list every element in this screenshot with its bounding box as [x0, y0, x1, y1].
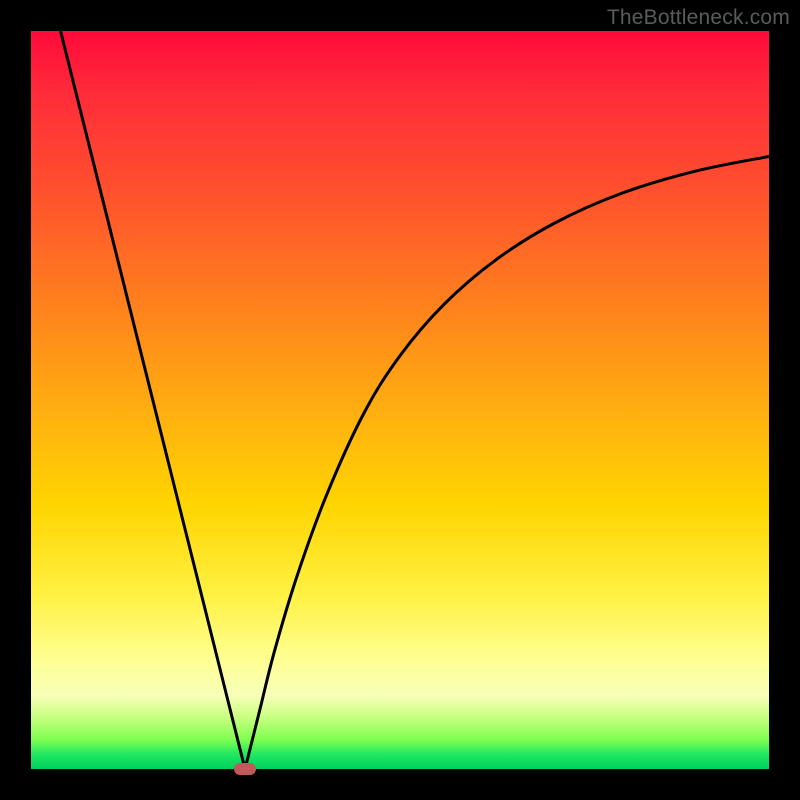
plot-area: [31, 31, 769, 769]
curve-left-branch: [61, 31, 246, 769]
watermark-text: TheBottleneck.com: [607, 6, 790, 30]
chart-frame: TheBottleneck.com: [0, 0, 800, 800]
optimal-marker: [234, 763, 256, 775]
bottleneck-curve: [31, 31, 769, 769]
curve-right-branch: [245, 156, 769, 769]
